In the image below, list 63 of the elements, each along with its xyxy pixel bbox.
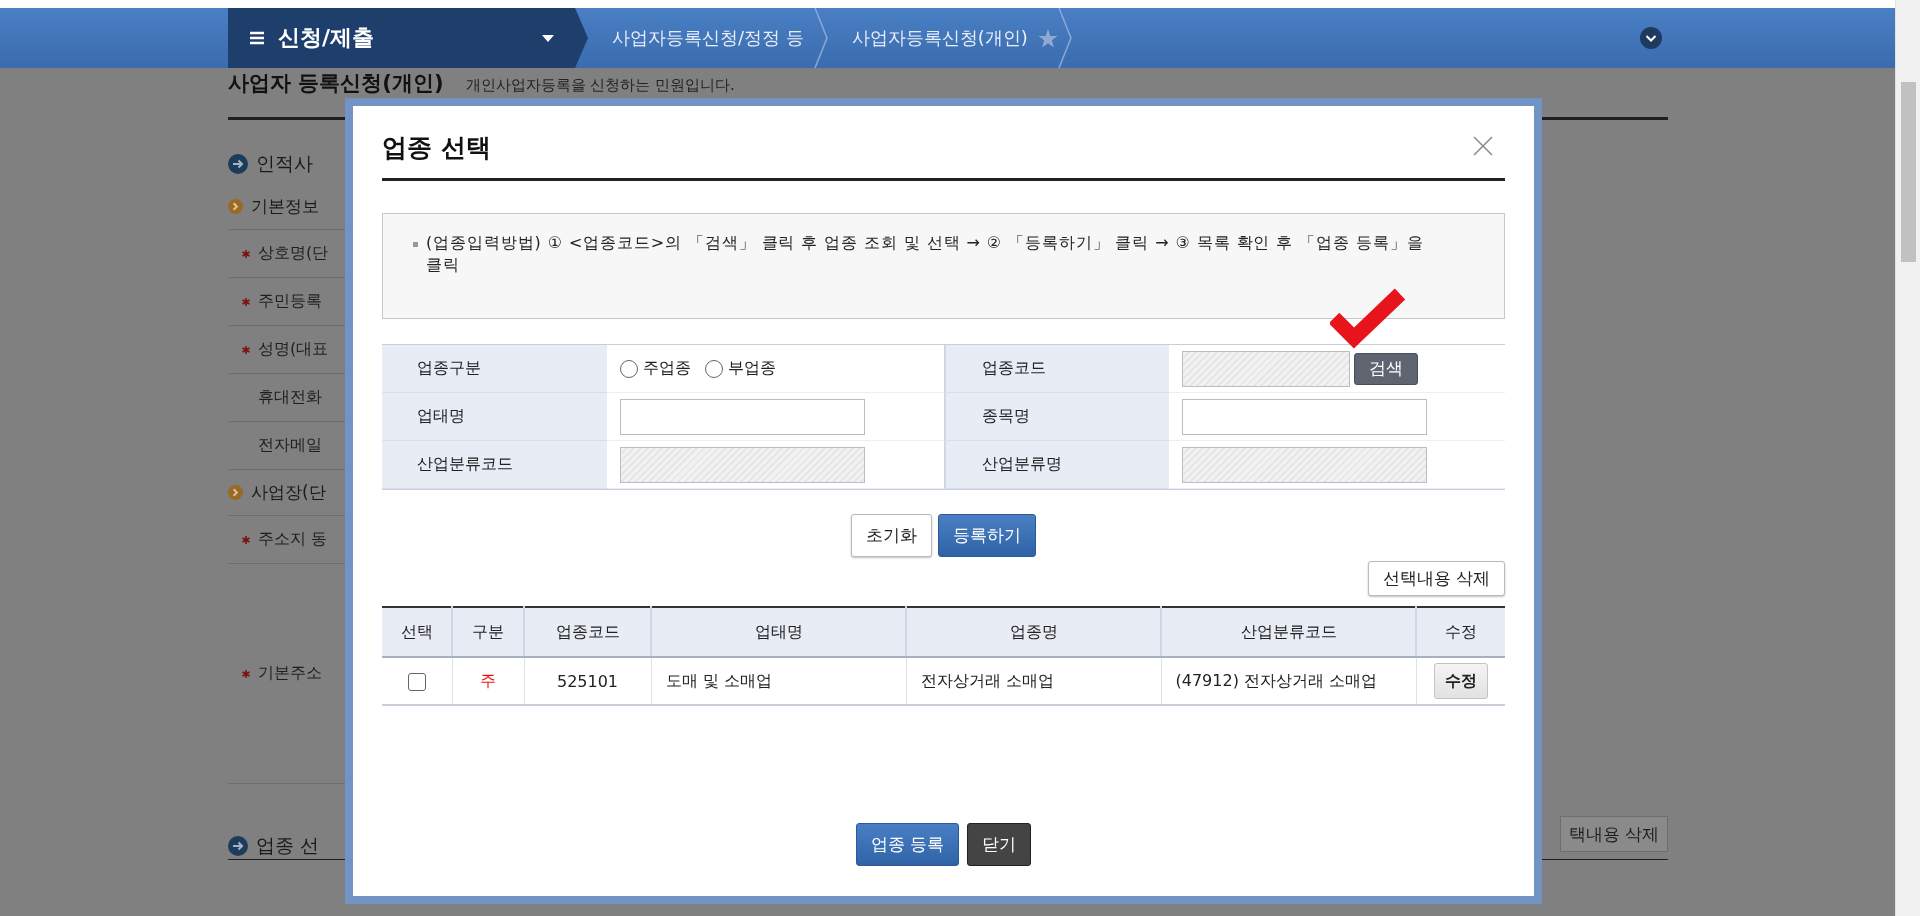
chevron-circle-icon — [228, 485, 243, 500]
section-heading: 사업장(단 — [251, 481, 326, 504]
form-label: 업종구분 — [382, 345, 607, 393]
arrow-circle-icon — [228, 154, 248, 174]
edit-button[interactable]: 수정 — [1433, 663, 1488, 699]
action-button[interactable]: 초기화 — [851, 514, 932, 557]
breadcrumb-link[interactable]: 사업자등록신청/정정 등 — [588, 26, 814, 50]
input-field[interactable] — [1182, 398, 1427, 435]
field-label: 전자메일 — [258, 435, 322, 456]
instruction-text: (업종입력방법) ① <업종코드>의 「검색」 클릭 후 업종 조회 및 선택 → ② 「등록하기」 클릭 → ③ 목록 확인 후 「업종 등록」을 클릭 — [426, 232, 1425, 276]
form-label: 산업분류명 — [944, 441, 1169, 489]
table-cell: 도매 및 소매업 — [651, 657, 906, 705]
column-header: 구분 — [452, 607, 524, 657]
form-label: 업종코드 — [944, 345, 1169, 393]
footer-button[interactable]: 닫기 — [967, 823, 1032, 866]
field-label: 기본주소 — [258, 663, 322, 684]
scrollbar-thumb[interactable] — [1900, 82, 1916, 262]
column-header: 선택 — [382, 607, 452, 657]
caret-icon — [542, 34, 554, 42]
menu-title: 신청/제출 — [278, 24, 376, 52]
column-header: 업종코드 — [524, 607, 651, 657]
dialog-title: 업종 선택 — [382, 131, 491, 164]
field-label: 상호명(단 — [258, 243, 329, 264]
table-cell: 525101 — [524, 657, 651, 705]
section-heading: 인적사 — [256, 151, 313, 176]
page-subtitle: 개인사업자등록을 신청하는 민원입니다. — [465, 76, 735, 94]
breadcrumb-link[interactable]: 사업자등록신청(개인) — [827, 26, 1038, 50]
chevron-divider-icon — [813, 8, 828, 68]
delete-selection-button[interactable]: 선택내용 삭제 — [1367, 561, 1505, 596]
star-icon[interactable] — [1037, 28, 1058, 48]
table-cell: 전자상거래 소매업 — [906, 657, 1161, 705]
chevron-circle-icon — [228, 199, 243, 214]
chevron-down-icon[interactable] — [1640, 27, 1662, 49]
field-label: 주소지 동 — [258, 529, 328, 550]
column-header: 산업분류코드 — [1161, 607, 1416, 657]
scrollbar[interactable] — [1895, 0, 1920, 916]
input-field[interactable] — [620, 398, 865, 435]
column-header: 업태명 — [651, 607, 906, 657]
column-header: 수정 — [1416, 607, 1505, 657]
field-label: 휴대전화 — [258, 387, 322, 408]
radio-option[interactable]: 부업종 — [705, 358, 776, 379]
table-cell: (47912) 전자상거래 소매업 — [1161, 657, 1416, 705]
form-label: 산업분류코드 — [382, 441, 607, 489]
table-cell: 주 — [452, 657, 524, 705]
field-label: 성명(대표 — [258, 339, 329, 360]
section-heading: 업종 선 — [256, 832, 320, 858]
form-label: 업태명 — [382, 393, 607, 441]
arrow-circle-icon — [228, 835, 248, 856]
menu-dropdown[interactable]: 신청/제출 — [228, 8, 588, 68]
field-label: 주민등록 — [258, 291, 322, 312]
menu-icon — [250, 31, 264, 45]
radio-option[interactable]: 주업종 — [620, 358, 691, 379]
action-button[interactable]: 등록하기 — [938, 514, 1036, 557]
check-mark-icon — [1330, 288, 1406, 350]
chevron-divider-icon — [1057, 8, 1072, 68]
page-title: 사업자 등록신청(개인) — [228, 71, 444, 95]
form-label: 종목명 — [944, 393, 1169, 441]
footer-button[interactable]: 업종 등록 — [855, 823, 960, 866]
row-checkbox[interactable] — [407, 672, 426, 691]
section-heading: 기본정보 — [251, 195, 319, 218]
bullet-icon — [413, 242, 418, 247]
column-header: 업종명 — [906, 607, 1161, 657]
delete-selection-button[interactable]: 택내용 삭제 — [1559, 815, 1668, 852]
